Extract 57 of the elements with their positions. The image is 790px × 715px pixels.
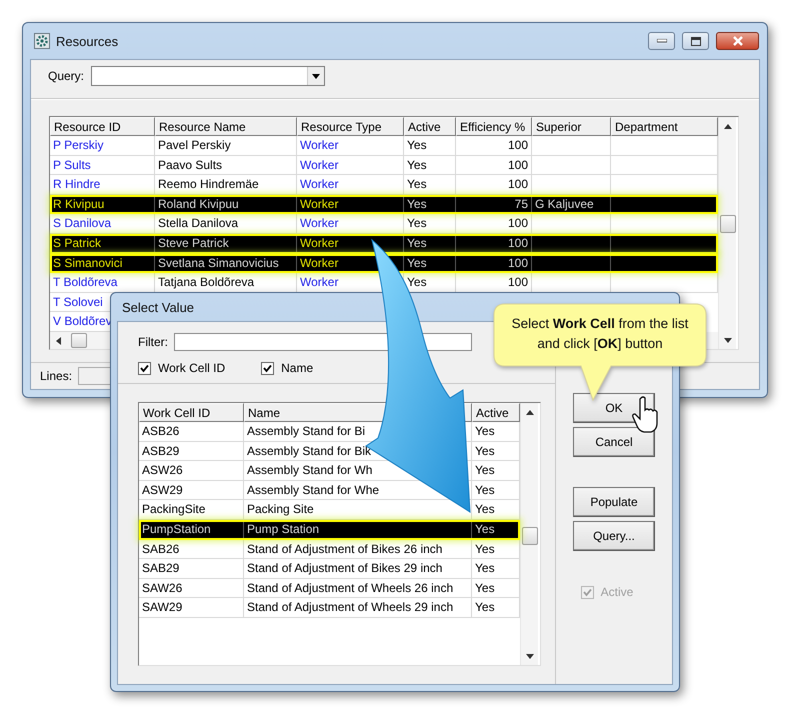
callout-text: Select Work Cell from the list and click [OK] button	[510, 315, 690, 353]
scroll-down-icon	[724, 338, 732, 343]
list-row[interactable]: SAB26 Stand of Adjustment of Bikes 26 inch Yes	[139, 540, 520, 560]
query-dropdown[interactable]	[91, 66, 326, 86]
column-header[interactable]: Department	[611, 117, 718, 136]
minimize-icon	[656, 39, 666, 43]
vertical-scrollbar[interactable]	[718, 117, 736, 349]
checkbox[interactable]	[261, 362, 274, 374]
dialog-button[interactable]: Populate	[573, 487, 655, 517]
table-row[interactable]: R Hindre Reemo Hindremäe Worker Yes 100	[50, 175, 718, 195]
maximize-button[interactable]	[682, 32, 709, 50]
dialog-button[interactable]: Query...	[573, 521, 655, 551]
query-label: Query:	[48, 69, 84, 83]
table-row[interactable]: P Sults Paavo Sults Worker Yes 100	[50, 156, 718, 176]
table-row[interactable]: S Danilova Stella Danilova Worker Yes 100	[50, 214, 718, 234]
column-header[interactable]: Resource Type	[297, 117, 404, 136]
scroll-up-icon	[724, 124, 732, 129]
dropdown-arrow-icon	[312, 74, 320, 78]
column-header[interactable]: Active	[404, 117, 456, 136]
column-header[interactable]: Resource Name	[155, 117, 297, 136]
vertical-scrollbar[interactable]	[520, 403, 538, 665]
table-cell: Stand of Adjustment of Wheels 29 inch	[244, 598, 472, 618]
table-row[interactable]: S Simanovici Svetlana Simanovicius Worker Yes 100	[50, 254, 718, 274]
close-icon	[732, 36, 744, 46]
checkbox-label: Name	[281, 361, 314, 375]
filter-label: Filter:	[138, 335, 168, 349]
scrollbar-thumb[interactable]	[522, 527, 538, 545]
list-row[interactable]: PumpStation Pump Station Yes	[139, 520, 520, 540]
scrollbar-thumb[interactable]	[71, 333, 87, 348]
table-row[interactable]: R Kivipuu Roland Kivipuu Worker Yes 75 G Kaljuvee	[50, 194, 718, 214]
list-row[interactable]: SAW26 Stand of Adjustment of Wheels 26 inch Yes	[139, 578, 520, 598]
checkbox-label: Active	[600, 585, 634, 599]
close-button[interactable]	[716, 32, 759, 50]
list-row[interactable]: SAW29 Stand of Adjustment of Wheels 29 inch Yes	[139, 598, 520, 618]
scroll-left-icon	[56, 336, 61, 344]
checkbox[interactable]	[138, 362, 151, 374]
gear-icon	[34, 33, 50, 49]
minimize-button[interactable]	[648, 32, 675, 50]
list-row[interactable]: PackingSite Packing Site Yes	[139, 500, 520, 520]
column-header[interactable]: Work Cell ID	[139, 403, 244, 422]
table-row[interactable]: T Boldõreva Tatjana Boldõreva Worker Yes 100	[50, 273, 718, 293]
scrollbar-thumb[interactable]	[720, 215, 736, 233]
dialog-button[interactable]: Cancel	[573, 427, 655, 457]
scroll-down-icon	[526, 654, 534, 659]
maximize-icon	[690, 36, 700, 46]
column-header[interactable]: Efficiency %	[456, 117, 532, 136]
table-cell: SAW29	[139, 598, 244, 618]
table-row[interactable]: S Patrick Steve Patrick Worker Yes 100	[50, 234, 718, 254]
column-header[interactable]: Active	[472, 403, 520, 422]
list-row[interactable]: SAB29 Stand of Adjustment of Bikes 29 inch Yes	[139, 559, 520, 579]
lines-label: Lines:	[40, 369, 72, 383]
table-row[interactable]: P Perskiy Pavel Perskiy Worker Yes 100	[50, 136, 718, 156]
checkbox-label: Work Cell ID	[158, 361, 226, 375]
column-header[interactable]: Resource ID	[50, 117, 155, 136]
scroll-up-icon	[526, 410, 534, 415]
column-header[interactable]: Superior	[532, 117, 611, 136]
window-title: Resources	[56, 34, 118, 48]
